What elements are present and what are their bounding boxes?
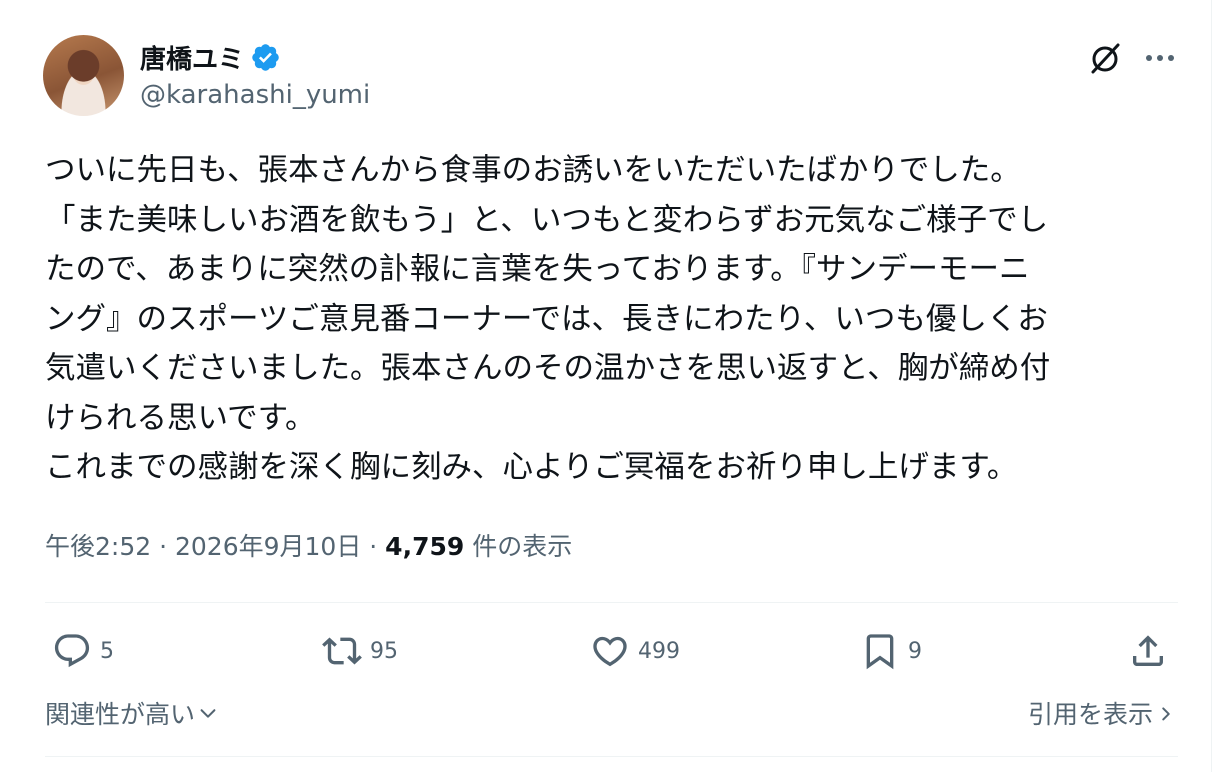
tweet-meta: 午後2:52 · 2026年9月10日 · 4,759 件の表示	[45, 527, 572, 563]
verified-badge-icon	[252, 43, 279, 71]
view-count-label: 件の表示	[464, 532, 573, 561]
tweet-line: たので、あまりに突然の訃報に言葉を失っております。『サンデーモーニ	[45, 252, 1030, 287]
tweet-time[interactable]: 午後2:52	[45, 532, 151, 561]
meta-separator: ·	[361, 532, 386, 561]
divider-top	[45, 602, 1178, 603]
view-count: 4,759	[385, 532, 465, 561]
divider-bottom	[45, 756, 1178, 757]
frame-border	[1211, 0, 1212, 772]
avatar[interactable]	[43, 35, 124, 116]
tweet-line: 「また美味しいお酒を飲もう」と、いつもと変わらずお元気なご様子でし	[45, 202, 1049, 238]
like-count: 499	[638, 638, 680, 664]
author-name-row: 唐橋ユミ	[140, 38, 281, 76]
sort-relevance-label: 関連性が高い	[45, 700, 196, 729]
more-horizontal-icon[interactable]	[1140, 38, 1180, 78]
bookmark-icon	[866, 634, 894, 670]
author-display-name[interactable]: 唐橋ユミ	[140, 39, 244, 76]
tweet-line: けられる思いです。	[45, 400, 316, 436]
reply-button[interactable]: 5	[52, 627, 114, 675]
grok-slash-icon[interactable]	[1085, 38, 1125, 78]
chevron-right-icon	[1162, 707, 1170, 721]
bookmark-button[interactable]: 9	[860, 627, 922, 675]
bookmark-count: 9	[908, 638, 922, 664]
tweet-line: 気遣いくださいました。張本さんのその温かさを思い返すと、胸が締め付	[45, 351, 1051, 386]
repost-count: 95	[370, 638, 398, 664]
view-quotes-link[interactable]: 引用を表示	[1028, 695, 1173, 731]
chevron-down-icon	[200, 709, 216, 718]
view-quotes-label: 引用を表示	[1027, 700, 1153, 729]
tweet-text: ついに先日も、張本さんから食事のお誘いをいただいたばかりでした。 「また美味しい…	[45, 146, 1175, 493]
share-button[interactable]	[1128, 627, 1168, 675]
sort-relevance-dropdown[interactable]: 関連性が高い	[45, 695, 219, 731]
author-handle[interactable]: @karahashi_yumi	[140, 80, 370, 110]
repost-icon	[322, 637, 362, 665]
tweet-line: ついに先日も、張本さんから食事のお誘いをいただいたばかりでした。	[45, 153, 1021, 188]
share-icon	[1133, 635, 1163, 666]
heart-icon	[593, 636, 627, 667]
tweet-line: ング』のスポーツご意見番コーナーでは、長きにわたり、いつも優しくお	[45, 301, 1048, 337]
tweet-date[interactable]: 2026年9月10日	[175, 532, 361, 561]
reply-icon	[54, 634, 90, 668]
tweet-line: これまでの感謝を深く胸に刻み、心よりご冥福をお祈り申し上げます。	[45, 450, 1018, 485]
like-button[interactable]: 499	[590, 627, 680, 675]
reply-count: 5	[100, 638, 114, 664]
meta-separator: ·	[151, 532, 175, 561]
repost-button[interactable]: 95	[322, 627, 398, 675]
